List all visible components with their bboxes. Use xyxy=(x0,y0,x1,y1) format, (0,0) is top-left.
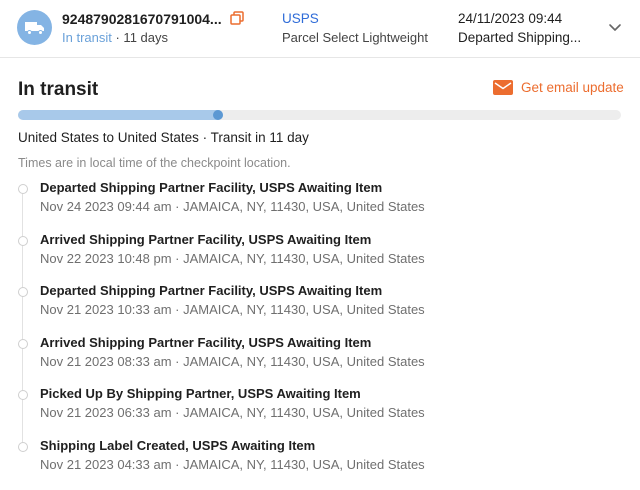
email-update-button[interactable]: Get email update xyxy=(493,80,624,95)
timeline-event: Shipping Label Created, USPS Awaiting It… xyxy=(18,438,628,482)
event-title: Picked Up By Shipping Partner, USPS Awai… xyxy=(40,386,361,401)
truck-glyph xyxy=(24,21,44,35)
event-title: Shipping Label Created, USPS Awaiting It… xyxy=(40,438,316,453)
event-detail: Nov 21 2023 08:33 am · JAMAICA, NY, 1143… xyxy=(40,354,425,369)
timeline-event: Arrived Shipping Partner Facility, USPS … xyxy=(18,335,628,379)
event-detail: Nov 22 2023 10:48 pm · JAMAICA, NY, 1143… xyxy=(40,251,425,266)
timeline-event: Arrived Shipping Partner Facility, USPS … xyxy=(18,232,628,276)
event-title: Departed Shipping Partner Facility, USPS… xyxy=(40,180,383,195)
chevron-down-icon[interactable] xyxy=(608,20,624,36)
timezone-note: Times are in local time of the checkpoin… xyxy=(18,156,291,170)
timeline-event: Picked Up By Shipping Partner, USPS Awai… xyxy=(18,386,628,430)
transit-progress-bar xyxy=(18,110,621,120)
tracking-number: 9248790281670791004... xyxy=(62,11,222,27)
email-update-label: Get email update xyxy=(521,80,624,95)
service-name: Parcel Select Lightweight xyxy=(282,30,428,45)
envelope-icon xyxy=(493,80,513,95)
timeline-dot xyxy=(18,236,28,246)
route-summary: United States to United States · Transit… xyxy=(18,130,309,145)
tracking-details-panel: In transit Get email update United State… xyxy=(0,58,640,490)
event-detail: Nov 21 2023 04:33 am · JAMAICA, NY, 1143… xyxy=(40,457,425,472)
copy-icon[interactable] xyxy=(230,11,246,27)
timeline-dot xyxy=(18,184,28,194)
timeline-event: Departed Shipping Partner Facility, USPS… xyxy=(18,180,628,224)
timeline-dot xyxy=(18,339,28,349)
progress-fill xyxy=(18,110,224,120)
timeline-dot xyxy=(18,287,28,297)
progress-knob xyxy=(213,110,224,120)
transit-days: · 11 days xyxy=(115,30,168,45)
timeline-event: Departed Shipping Partner Facility, USPS… xyxy=(18,283,628,327)
event-title: Arrived Shipping Partner Facility, USPS … xyxy=(40,335,372,350)
carrier-name[interactable]: USPS xyxy=(282,11,319,26)
last-event-summary: Departed Shipping... xyxy=(458,30,582,45)
timeline-dot xyxy=(18,390,28,400)
event-detail: Nov 21 2023 10:33 am · JAMAICA, NY, 1143… xyxy=(40,302,425,317)
panel-title: In transit xyxy=(18,79,99,100)
last-update-date: 24/11/2023 09:44 xyxy=(458,11,563,26)
event-detail: Nov 21 2023 06:33 am · JAMAICA, NY, 1143… xyxy=(40,405,425,420)
delivery-truck-icon xyxy=(17,10,52,45)
timeline-dot xyxy=(18,442,28,452)
event-title: Arrived Shipping Partner Facility, USPS … xyxy=(40,232,372,247)
shipment-status: In transit · 11 days xyxy=(62,30,168,45)
shipment-header[interactable]: 9248790281670791004... In transit · 11 d… xyxy=(0,0,640,58)
event-title: Departed Shipping Partner Facility, USPS… xyxy=(40,283,383,298)
event-detail: Nov 24 2023 09:44 am · JAMAICA, NY, 1143… xyxy=(40,199,425,214)
status-label: In transit xyxy=(62,30,112,45)
